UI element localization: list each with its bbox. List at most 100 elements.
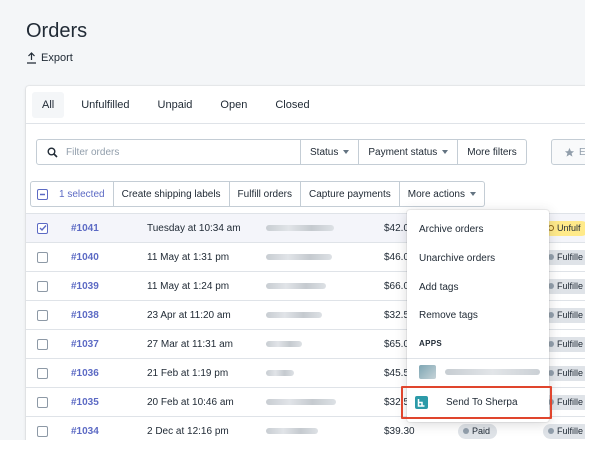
- order-total: $46.0: [384, 251, 410, 263]
- caret-down-icon: [469, 192, 476, 196]
- fulfillment-badge: Fulfille: [543, 365, 585, 381]
- send-to-sherpa-menu-item[interactable]: Send To Sherpa: [401, 386, 552, 419]
- row-checkbox[interactable]: [37, 309, 48, 321]
- export-button[interactable]: Export: [26, 52, 73, 64]
- saved-search-label: E: [579, 146, 585, 158]
- order-total: $45.5: [384, 367, 410, 379]
- selected-count: 1 selected: [59, 188, 105, 200]
- bulk-actions-bar: 1 selected Create shipping labels Fulfil…: [30, 181, 485, 207]
- row-checkbox[interactable]: [37, 280, 48, 292]
- menu-item-remove-tags[interactable]: Remove tags: [419, 310, 478, 321]
- page-title: Orders: [26, 20, 88, 42]
- row-checkbox[interactable]: [37, 425, 48, 437]
- orders-page: Orders Export All Unfulfilled Unpaid Ope…: [0, 0, 585, 440]
- order-number-link[interactable]: #1034: [71, 426, 99, 437]
- caret-down-icon: [343, 150, 350, 154]
- fulfillment-badge: Fulfille: [543, 423, 585, 439]
- order-total: $65.0: [384, 338, 410, 350]
- payment-badge: Paid: [458, 423, 498, 439]
- menu-item-add-tags[interactable]: Add tags: [419, 282, 458, 293]
- row-checkbox[interactable]: [37, 367, 48, 379]
- status-filter-label: Status: [310, 146, 339, 158]
- app-name-redacted[interactable]: [445, 369, 540, 375]
- tab-unfulfilled[interactable]: Unfulfilled: [70, 92, 140, 118]
- export-icon: [27, 52, 36, 64]
- fulfillment-status: Fulfille: [557, 426, 584, 436]
- saved-search-button[interactable]: E: [551, 139, 585, 165]
- status-filter-button[interactable]: Status: [301, 139, 360, 165]
- order-number-link[interactable]: #1037: [71, 339, 99, 350]
- tab-closed[interactable]: Closed: [264, 92, 320, 118]
- row-checkbox[interactable]: [37, 338, 48, 350]
- checkmark-icon: [39, 225, 47, 232]
- tab-all[interactable]: All: [32, 91, 65, 118]
- order-total: $42.0: [384, 222, 410, 234]
- order-date: 20 Feb at 10:46 am: [147, 396, 234, 408]
- order-date: 21 Feb at 1:19 pm: [147, 367, 229, 379]
- export-label: Export: [41, 52, 73, 64]
- create-shipping-labels-button[interactable]: Create shipping labels: [113, 181, 230, 207]
- fulfillment-status: Unfulf: [557, 223, 581, 233]
- sherpa-app-icon: [415, 396, 428, 409]
- customer-name-redacted: [266, 399, 336, 405]
- order-date: Tuesday at 10:34 am: [147, 222, 241, 234]
- more-actions-button[interactable]: More actions: [399, 181, 485, 207]
- fulfill-orders-button[interactable]: Fulfill orders: [229, 181, 302, 207]
- select-all-checkbox[interactable]: [37, 188, 48, 200]
- fulfillment-badge: Fulfille: [543, 336, 585, 352]
- fulfillment-status: Fulfille: [557, 281, 584, 291]
- tab-open[interactable]: Open: [209, 92, 258, 118]
- order-total: $39.30: [384, 425, 415, 437]
- order-number-link[interactable]: #1035: [71, 397, 99, 408]
- customer-name-redacted: [266, 341, 302, 347]
- fulfillment-status: Fulfille: [557, 397, 584, 407]
- payment-status-filter-button[interactable]: Payment status: [359, 139, 459, 165]
- send-to-sherpa-label: Send To Sherpa: [446, 397, 518, 408]
- order-number-link[interactable]: #1041: [71, 223, 99, 234]
- search-input[interactable]: [66, 146, 266, 158]
- fulfillment-badge: Fulfille: [543, 307, 585, 323]
- order-date: 2 Dec at 12:16 pm: [147, 425, 229, 437]
- status-dot-icon: [548, 428, 554, 434]
- order-number-link[interactable]: #1038: [71, 310, 99, 321]
- fulfillment-status: Fulfille: [557, 310, 584, 320]
- tab-bar: All Unfulfilled Unpaid Open Closed: [26, 86, 585, 124]
- minus-icon: [40, 193, 45, 195]
- menu-divider: [407, 358, 549, 359]
- capture-payments-button[interactable]: Capture payments: [301, 181, 400, 207]
- customer-name-redacted: [266, 312, 322, 318]
- menu-item-archive-orders[interactable]: Archive orders: [419, 224, 483, 235]
- row-checkbox[interactable]: [37, 396, 48, 408]
- search-field: [36, 139, 301, 165]
- app-icon[interactable]: [419, 365, 436, 379]
- filter-bar: Status Payment status More filters: [36, 139, 527, 165]
- fulfillment-badge: Fulfille: [543, 249, 585, 265]
- customer-name-redacted: [266, 283, 326, 289]
- order-number-link[interactable]: #1036: [71, 368, 99, 379]
- status-dot-icon: [463, 428, 469, 434]
- more-actions-label: More actions: [407, 188, 465, 200]
- payment-status-filter-label: Payment status: [368, 146, 438, 158]
- fulfillment-badge: Fulfille: [543, 278, 585, 294]
- customer-name-redacted: [266, 428, 318, 434]
- tab-unpaid[interactable]: Unpaid: [147, 92, 204, 118]
- order-total: $66.0: [384, 280, 410, 292]
- order-number-link[interactable]: #1039: [71, 281, 99, 292]
- order-date: 27 Mar at 11:31 am: [147, 338, 233, 350]
- sherpa-logo-icon: [417, 399, 425, 407]
- fulfillment-status: Fulfille: [557, 339, 584, 349]
- search-icon: [47, 147, 58, 158]
- payment-status: Paid: [472, 426, 491, 436]
- customer-name-redacted: [266, 370, 294, 376]
- order-total: $32.5: [384, 309, 410, 321]
- order-date: 11 May at 1:24 pm: [147, 280, 230, 292]
- caret-down-icon: [442, 150, 449, 154]
- customer-name-redacted: [266, 225, 334, 231]
- select-all-toggle[interactable]: 1 selected: [30, 181, 114, 207]
- row-checkbox[interactable]: [37, 222, 48, 234]
- menu-item-unarchive-orders[interactable]: Unarchive orders: [419, 253, 495, 264]
- order-number-link[interactable]: #1040: [71, 252, 99, 263]
- row-checkbox[interactable]: [37, 251, 48, 263]
- more-filters-button[interactable]: More filters: [458, 139, 527, 165]
- fulfillment-status: Fulfille: [557, 368, 584, 378]
